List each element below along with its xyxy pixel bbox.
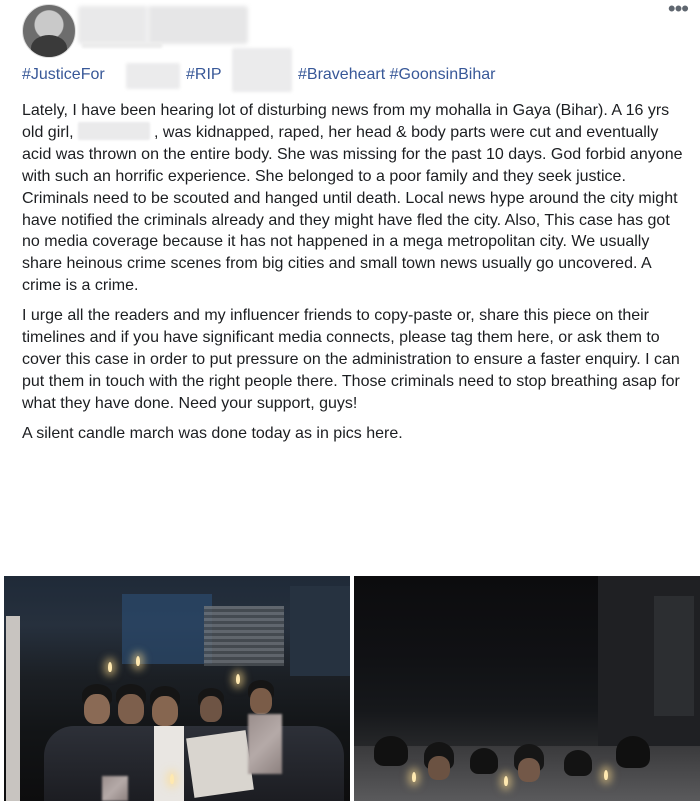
person-head [470,748,498,774]
person-face [200,696,222,722]
hashtag-rip[interactable]: #RIP [186,66,222,84]
more-options-icon[interactable]: ••• [668,0,689,20]
photo-grid [4,576,700,801]
hashtag-line: #JusticeFor #RIP #Braveheart #GoonsinBih… [22,48,682,92]
photo-candle-march-1[interactable] [4,576,350,801]
candle-flame [236,674,240,684]
hashtag-braveheart-goonsinbihar[interactable]: #Braveheart #GoonsinBihar [298,66,495,84]
candle-flame [412,772,416,782]
person-head [374,736,408,766]
pixelated-photo [102,776,128,801]
shutter-shape [204,606,284,666]
building-shape [290,586,350,676]
post-body: Lately, I have been hearing lot of distu… [22,100,686,453]
person-head [616,736,650,768]
paragraph-1: Lately, I have been hearing lot of distu… [22,100,686,297]
paragraph-3: A silent candle march was done today as … [22,424,403,442]
person-face [84,694,110,724]
paragraph-2: I urge all the readers and my influencer… [22,307,680,412]
candle-flame [170,774,174,784]
blurred-name-1 [126,63,180,89]
placard-left [6,616,20,801]
blurred-author-name [78,6,248,44]
person-face [152,696,178,726]
blurred-name-2 [232,48,292,92]
placard [186,730,254,798]
hashtag-justicefor[interactable]: #JusticeFor [22,66,105,84]
person-face [118,694,144,724]
photo-candle-march-2[interactable] [354,576,700,801]
pixelated-face [248,714,282,774]
candle-flame [136,656,140,666]
candle-flame [504,776,508,786]
blurred-victim-name [78,121,151,140]
candle-flame [108,662,112,672]
person-face [428,756,450,780]
wall-shape [122,594,212,664]
pole-shape [654,596,694,716]
blurred-timestamp [82,42,162,48]
facebook-post: ••• #JusticeFor #RIP #Braveheart #Goonsi… [0,0,700,801]
person-face [518,758,540,782]
candle-flame [604,770,608,780]
paragraph-1-end: , was kidnapped, raped, her head & body … [22,123,683,295]
white-shirt [154,726,184,801]
person-face [250,688,272,714]
avatar[interactable] [22,4,76,58]
person-head [564,750,592,776]
